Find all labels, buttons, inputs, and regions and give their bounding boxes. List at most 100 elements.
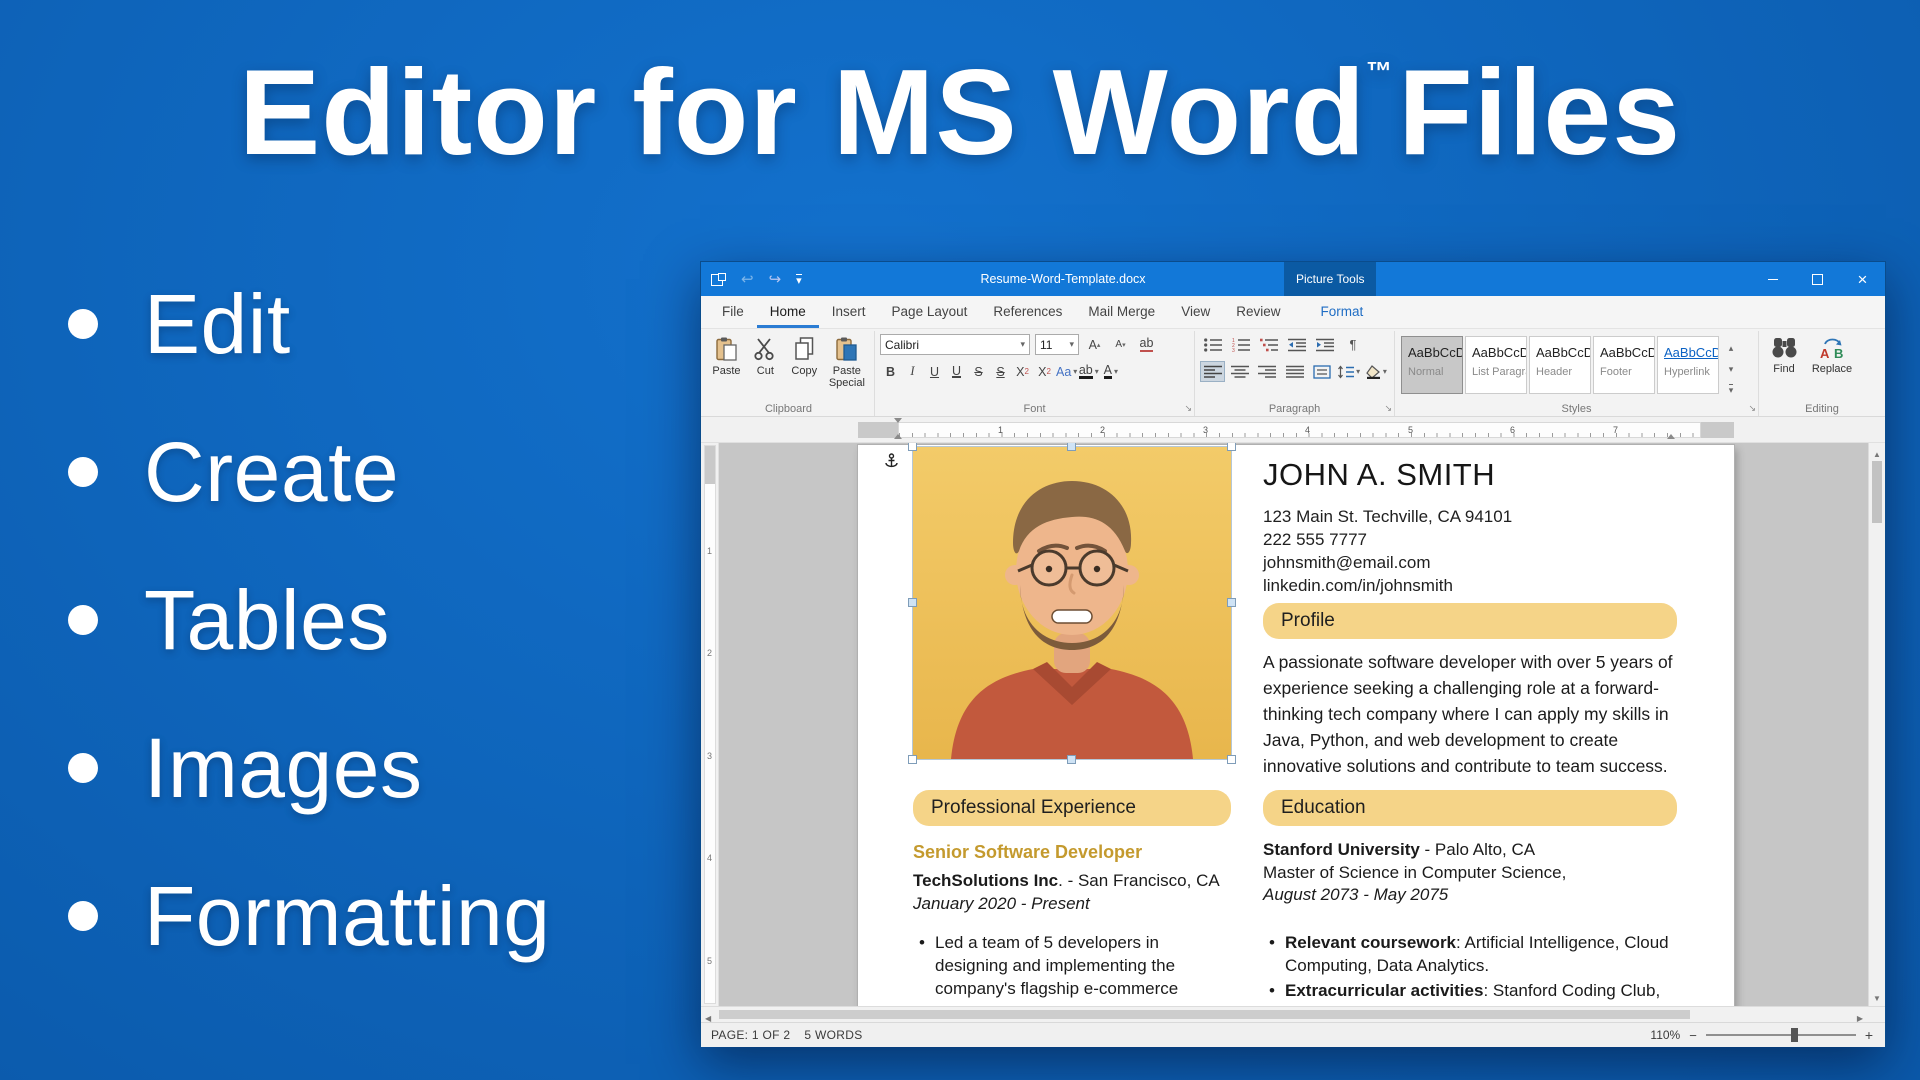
- cut-button[interactable]: Cut: [747, 334, 784, 400]
- zoom-out-icon[interactable]: [1689, 1028, 1697, 1043]
- bullet-dot: [68, 901, 98, 931]
- vertical-scroll-thumb[interactable]: [1872, 461, 1882, 523]
- selection-handle[interactable]: [1067, 755, 1076, 764]
- redo-icon[interactable]: [769, 270, 782, 288]
- multilevel-list-button[interactable]: [1256, 334, 1282, 355]
- shrink-font-button[interactable]: [1110, 334, 1131, 355]
- selection-handle[interactable]: [1227, 443, 1236, 451]
- highlight-color-button[interactable]: [1078, 361, 1099, 382]
- selection-handle[interactable]: [908, 443, 917, 451]
- horizontal-scroll-thumb[interactable]: [719, 1010, 1690, 1019]
- style-list-paragraph[interactable]: AaBbCcDc List Paragra: [1465, 336, 1527, 394]
- paragraph-dialog-launcher-icon[interactable]: [1384, 403, 1392, 414]
- style-header[interactable]: AaBbCcDc Header: [1529, 336, 1591, 394]
- styles-dialog-launcher-icon[interactable]: [1748, 403, 1756, 414]
- font-size-select[interactable]: 11: [1035, 334, 1079, 355]
- tab-file[interactable]: File: [709, 296, 757, 328]
- tab-home[interactable]: Home: [757, 296, 819, 328]
- underline-button[interactable]: [924, 361, 945, 382]
- selection-handle[interactable]: [1227, 598, 1236, 607]
- right-indent-marker[interactable]: [1667, 434, 1675, 439]
- feature-label: Formatting: [144, 868, 550, 965]
- first-line-indent-marker[interactable]: [894, 418, 902, 423]
- resume-photo[interactable]: [913, 447, 1231, 759]
- style-footer[interactable]: AaBbCcDc Footer: [1593, 336, 1655, 394]
- vertical-scrollbar[interactable]: [1868, 443, 1885, 1006]
- horizontal-ruler[interactable]: 1 2 3 4 5 6 7: [701, 417, 1885, 443]
- find-button[interactable]: Find: [1764, 334, 1804, 400]
- scroll-up-icon[interactable]: [1869, 445, 1885, 460]
- styles-gallery-more-icon[interactable]: [1729, 381, 1734, 396]
- line-spacing-button[interactable]: [1336, 361, 1361, 382]
- double-strikethrough-button[interactable]: [990, 361, 1011, 382]
- paste-special-button[interactable]: Paste Special: [825, 334, 869, 400]
- shading-button[interactable]: [1364, 361, 1389, 382]
- experience-bullet: Led a team of 5 developers in designing …: [913, 931, 1233, 1000]
- selection-handle[interactable]: [1067, 443, 1076, 451]
- superscript-button[interactable]: [1012, 361, 1033, 382]
- copy-button[interactable]: Copy: [786, 334, 823, 400]
- vertical-ruler[interactable]: 1 2 3 4 5: [701, 443, 719, 1006]
- double-underline-button[interactable]: [946, 361, 967, 382]
- strikethrough-button[interactable]: [968, 361, 989, 382]
- zoom-slider-thumb[interactable]: [1791, 1028, 1798, 1042]
- style-hyperlink[interactable]: AaBbCcDc Hyperlink: [1657, 336, 1719, 394]
- decrease-indent-button[interactable]: [1284, 334, 1310, 355]
- tab-mail-merge[interactable]: Mail Merge: [1075, 296, 1168, 328]
- customize-toolbar-icon[interactable]: [796, 272, 802, 287]
- align-right-button[interactable]: [1255, 361, 1280, 382]
- bold-button[interactable]: [880, 361, 901, 382]
- justify-button[interactable]: [1282, 361, 1307, 382]
- tab-page-layout[interactable]: Page Layout: [879, 296, 981, 328]
- show-formatting-marks-button[interactable]: [1340, 334, 1366, 355]
- close-button[interactable]: [1840, 262, 1885, 296]
- hero-title-post: Files: [1398, 44, 1681, 180]
- selection-handle[interactable]: [1227, 755, 1236, 764]
- align-center-button[interactable]: [1227, 361, 1252, 382]
- save-icon[interactable]: [711, 273, 726, 286]
- page-info: PAGE: 1 OF 2: [711, 1028, 790, 1042]
- paste-button[interactable]: Paste: [708, 334, 745, 400]
- undo-icon[interactable]: [741, 270, 754, 288]
- horizontal-scrollbar[interactable]: [701, 1006, 1885, 1022]
- align-left-button[interactable]: [1200, 361, 1225, 382]
- experience-bullets: Led a team of 5 developers in designing …: [913, 931, 1233, 1002]
- scroll-right-icon[interactable]: [1857, 1009, 1863, 1024]
- zoom-in-icon[interactable]: [1865, 1027, 1873, 1043]
- maximize-button[interactable]: [1795, 262, 1840, 296]
- change-case-button[interactable]: [1056, 361, 1077, 382]
- document-page[interactable]: JOHN A. SMITH 123 Main St. Techville, CA…: [858, 445, 1734, 1006]
- style-normal[interactable]: AaBbCcDc Normal: [1401, 336, 1463, 394]
- increase-indent-button[interactable]: [1312, 334, 1338, 355]
- numbered-list-button[interactable]: 123: [1228, 334, 1254, 355]
- selection-handle[interactable]: [908, 755, 917, 764]
- grow-font-button[interactable]: [1084, 334, 1105, 355]
- styles-gallery-arrows: [1723, 339, 1739, 396]
- bullet-list-button[interactable]: [1200, 334, 1226, 355]
- tab-insert[interactable]: Insert: [819, 296, 879, 328]
- clear-formatting-button[interactable]: [1136, 334, 1157, 355]
- scroll-down-icon[interactable]: [1869, 989, 1885, 1004]
- copy-icon: [792, 336, 817, 362]
- zoom-slider[interactable]: [1706, 1034, 1856, 1036]
- bullet-dot: [68, 457, 98, 487]
- styles-scroll-down-icon[interactable]: [1729, 360, 1734, 375]
- styles-scroll-up-icon[interactable]: [1729, 339, 1734, 354]
- font-color-button[interactable]: [1100, 361, 1121, 382]
- left-indent-marker[interactable]: [894, 434, 902, 439]
- replace-button[interactable]: AB Replace: [1808, 334, 1856, 400]
- italic-button[interactable]: [902, 361, 923, 382]
- font-family-select[interactable]: Calibri: [880, 334, 1030, 355]
- tab-references[interactable]: References: [980, 296, 1075, 328]
- job-title: Senior Software Developer: [913, 842, 1142, 863]
- font-dialog-launcher-icon[interactable]: [1184, 403, 1192, 414]
- borders-button[interactable]: [1309, 361, 1334, 382]
- selection-handle[interactable]: [908, 598, 917, 607]
- tab-format[interactable]: Format: [1307, 296, 1376, 328]
- tab-review[interactable]: Review: [1223, 296, 1293, 328]
- minimize-button[interactable]: [1750, 262, 1795, 296]
- subscript-button[interactable]: [1034, 361, 1055, 382]
- scroll-left-icon[interactable]: [705, 1009, 711, 1024]
- tab-view[interactable]: View: [1168, 296, 1223, 328]
- picture-tools-tab[interactable]: Picture Tools: [1284, 262, 1376, 296]
